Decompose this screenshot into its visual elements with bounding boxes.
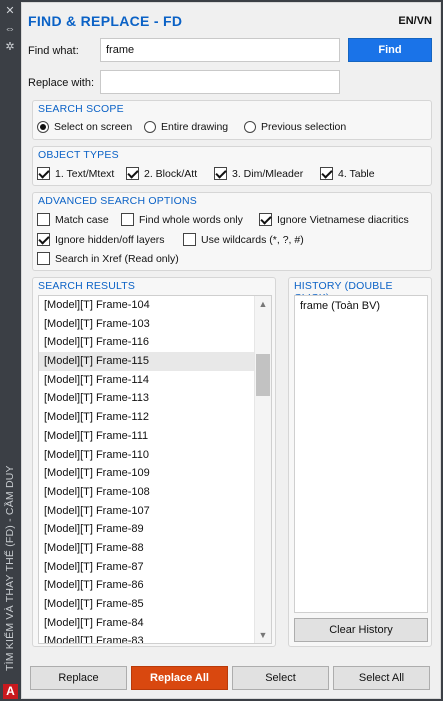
result-item[interactable]: [Model][T] Frame-88 [39,539,255,558]
pin-icon[interactable]: ⇔ [3,22,17,36]
scroll-down-icon[interactable]: ▼ [255,627,271,643]
object-types-group: OBJECT TYPES 1. Text/Mtext 2. Block/Att … [32,146,432,186]
match-case-checkbox[interactable]: Match case [37,213,109,226]
advanced-options-group: ADVANCED SEARCH OPTIONS Match case Find … [32,192,432,271]
result-item[interactable]: [Model][T] Frame-113 [39,389,255,408]
search-results-group: SEARCH RESULTS [Model][T] Frame-104 [Mode… [32,277,276,647]
result-item[interactable]: [Model][T] Frame-107 [39,502,255,521]
replace-all-button[interactable]: Replace All [131,666,228,690]
checkbox-icon [121,213,134,226]
checkbox-checked-icon [126,167,139,180]
autocad-logo-icon: A [3,684,18,699]
type-text-mtext-checkbox[interactable]: 1. Text/Mtext [37,167,114,180]
result-item[interactable]: [Model][T] Frame-109 [39,464,255,483]
checkbox-checked-icon [259,213,272,226]
title-strip: ✕ ⇔ ✲ TÌM KIẾM VÀ THAY THẾ (FD) - CẦM DU… [0,0,20,701]
result-item[interactable]: [Model][T] Frame-89 [39,520,255,539]
select-all-button[interactable]: Select All [333,666,430,690]
ignore-hidden-layers-checkbox[interactable]: Ignore hidden/off layers [37,233,165,246]
result-item[interactable]: [Model][T] Frame-108 [39,483,255,502]
language-toggle[interactable]: EN/VN [398,15,432,27]
radio-icon [244,121,256,133]
result-item[interactable]: [Model][T] Frame-111 [39,427,255,446]
scope-select-on-screen[interactable]: Select on screen [37,121,132,133]
close-icon[interactable]: ✕ [3,4,17,18]
object-types-title: OBJECT TYPES [38,149,119,161]
ignore-vietnamese-checkbox[interactable]: Ignore Vietnamese diacritics [259,213,409,226]
radio-icon [144,121,156,133]
result-item[interactable]: [Model][T] Frame-116 [39,333,255,352]
scope-entire-drawing[interactable]: Entire drawing [144,121,228,133]
whole-words-checkbox[interactable]: Find whole words only [121,213,243,226]
radio-selected-icon [37,121,49,133]
result-item[interactable]: [Model][T] Frame-104 [39,296,255,315]
use-wildcards-checkbox[interactable]: Use wildcards (*, ?, #) [183,233,304,246]
replace-input[interactable] [100,70,340,94]
type-block-att-checkbox[interactable]: 2. Block/Att [126,167,197,180]
find-label: Find what: [28,45,79,57]
checkbox-icon [37,213,50,226]
type-table-checkbox[interactable]: 4. Table [320,167,375,180]
advanced-options-title: ADVANCED SEARCH OPTIONS [38,195,198,207]
scroll-up-icon[interactable]: ▲ [255,296,271,312]
vertical-title: TÌM KIẾM VÀ THAY THẾ (FD) - CẦM DUY [4,465,16,671]
find-button[interactable]: Find [348,38,432,62]
search-results-title: SEARCH RESULTS [38,280,136,292]
scrollbar-thumb[interactable] [256,354,270,396]
result-item[interactable]: [Model][T] Frame-85 [39,595,255,614]
result-item[interactable]: [Model][T] Frame-83 [39,632,255,643]
checkbox-checked-icon [320,167,333,180]
settings-icon[interactable]: ✲ [3,40,17,54]
search-scope-group: SEARCH SCOPE Select on screen Entire dra… [32,100,432,140]
result-item[interactable]: [Model][T] Frame-115 [39,352,255,371]
result-item[interactable]: [Model][T] Frame-114 [39,371,255,390]
search-scope-title: SEARCH SCOPE [38,103,124,115]
history-group: HISTORY (DOUBLE CLICK) frame (Toàn BV) C… [288,277,432,647]
results-list[interactable]: [Model][T] Frame-104 [Model][T] Frame-103… [38,295,272,644]
find-replace-panel: FIND & REPLACE - FD EN/VN Find what: Fin… [21,2,441,699]
checkbox-icon [37,252,50,265]
result-item[interactable]: [Model][T] Frame-110 [39,446,255,465]
history-item[interactable]: frame (Toàn BV) [295,296,427,316]
checkbox-icon [183,233,196,246]
checkbox-checked-icon [214,167,227,180]
type-dim-mleader-checkbox[interactable]: 3. Dim/Mleader [214,167,303,180]
result-item[interactable]: [Model][T] Frame-103 [39,315,255,334]
replace-label: Replace with: [28,77,95,89]
select-button[interactable]: Select [232,666,329,690]
result-item[interactable]: [Model][T] Frame-86 [39,576,255,595]
scope-previous-selection[interactable]: Previous selection [244,121,346,133]
find-input[interactable] [100,38,340,62]
clear-history-button[interactable]: Clear History [294,618,428,642]
results-scrollbar[interactable]: ▲ ▼ [254,296,271,643]
result-item[interactable]: [Model][T] Frame-87 [39,558,255,577]
search-xref-checkbox[interactable]: Search in Xref (Read only) [37,252,179,265]
checkbox-checked-icon [37,167,50,180]
history-list[interactable]: frame (Toàn BV) [294,295,428,613]
checkbox-checked-icon [37,233,50,246]
replace-button[interactable]: Replace [30,666,127,690]
result-item[interactable]: [Model][T] Frame-84 [39,614,255,633]
panel-title: FIND & REPLACE - FD [28,13,183,29]
result-item[interactable]: [Model][T] Frame-112 [39,408,255,427]
